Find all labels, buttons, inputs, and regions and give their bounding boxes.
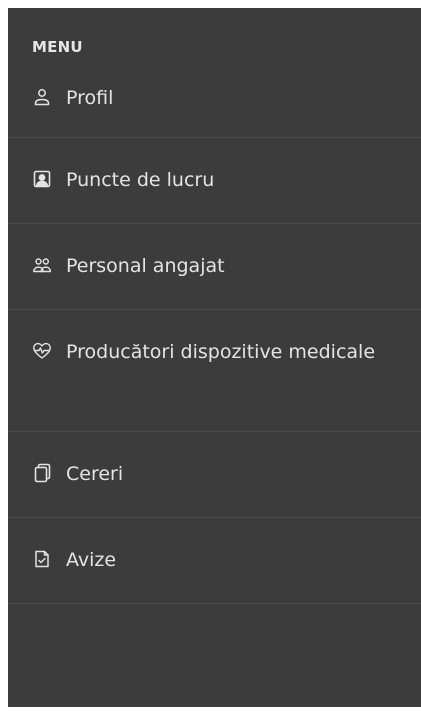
sidebar-menu: MENU Profil Puncte de lucru Personal ang… xyxy=(8,8,421,707)
menu-item-personal-angajat[interactable]: Personal angajat xyxy=(8,224,421,310)
users-icon xyxy=(32,255,52,275)
menu-item-avize[interactable]: Avize xyxy=(8,518,421,604)
menu-item-cereri[interactable]: Cereri xyxy=(8,432,421,518)
menu-item-producatori-dispozitive-medicale[interactable]: Producători dispozitive medicale xyxy=(8,310,421,432)
menu-item-label: Personal angajat xyxy=(66,255,225,277)
menu-item-label: Puncte de lucru xyxy=(66,169,215,191)
menu-item-label: Producători dispozitive medicale xyxy=(66,341,376,363)
menu-item-profil[interactable]: Profil xyxy=(8,68,421,138)
menu-item-label: Profil xyxy=(66,87,114,109)
menu-item-label: Avize xyxy=(66,549,117,571)
menu-item-puncte-de-lucru[interactable]: Puncte de lucru xyxy=(8,138,421,224)
documents-icon xyxy=(32,463,52,483)
menu-item-label: Cereri xyxy=(66,463,124,485)
user-icon xyxy=(32,87,52,107)
file-check-icon xyxy=(32,549,52,569)
menu-header: MENU xyxy=(32,38,83,56)
heart-pulse-icon xyxy=(32,341,52,361)
workplace-icon xyxy=(32,169,52,189)
